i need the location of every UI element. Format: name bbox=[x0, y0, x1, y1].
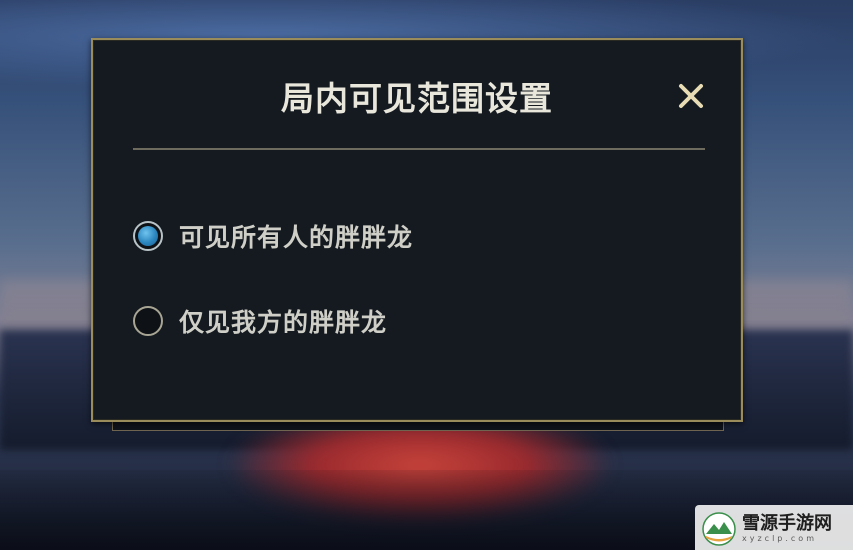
option-label: 可见所有人的胖胖龙 bbox=[179, 223, 414, 252]
option-label: 仅见我方的胖胖龙 bbox=[179, 308, 388, 337]
watermark-logo-icon bbox=[702, 512, 736, 546]
radio-unselected-icon[interactable] bbox=[133, 306, 163, 336]
site-watermark: 雪源手游网 xyzclp.com bbox=[702, 510, 850, 548]
dialog-title: 局内可见范围设置 bbox=[281, 79, 553, 118]
visibility-settings-dialog: 局内可见范围设置 可见所有人的胖胖龙 仅见我方的胖胖龙 bbox=[91, 38, 743, 422]
radio-selected-icon[interactable] bbox=[133, 221, 163, 251]
option-see-team-only[interactable]: 仅见我方的胖胖龙 bbox=[133, 301, 387, 341]
option-see-all[interactable]: 可见所有人的胖胖龙 bbox=[133, 216, 413, 256]
watermark-domain: xyzclp.com bbox=[742, 534, 817, 543]
close-button[interactable] bbox=[671, 76, 711, 116]
title-divider bbox=[133, 148, 705, 150]
watermark-title: 雪源手游网 bbox=[742, 513, 832, 534]
close-icon bbox=[679, 84, 703, 108]
